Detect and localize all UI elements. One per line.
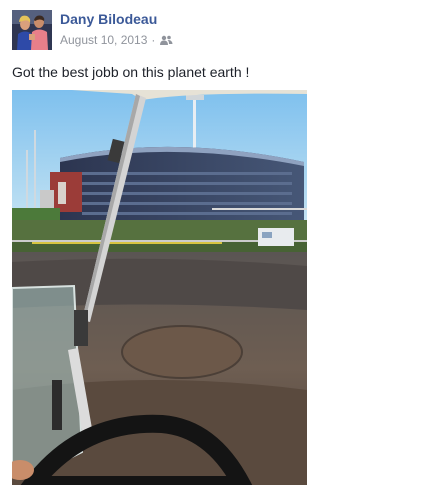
post-photo[interactable] (12, 90, 307, 485)
feed-post: Dany Bilodeau August 10, 2013 · Got the … (0, 0, 446, 493)
author-avatar[interactable] (12, 10, 52, 50)
friends-icon[interactable] (159, 35, 173, 45)
profile-photo-icon (12, 10, 52, 50)
post-message: Got the best jobb on this planet earth ! (12, 64, 250, 80)
arena-scene-image (12, 90, 307, 485)
meta-separator: · (151, 33, 156, 47)
post-meta: August 10, 2013 · (60, 33, 173, 47)
author-name-link[interactable]: Dany Bilodeau (60, 11, 157, 27)
post-date-link[interactable]: August 10, 2013 (60, 33, 147, 47)
